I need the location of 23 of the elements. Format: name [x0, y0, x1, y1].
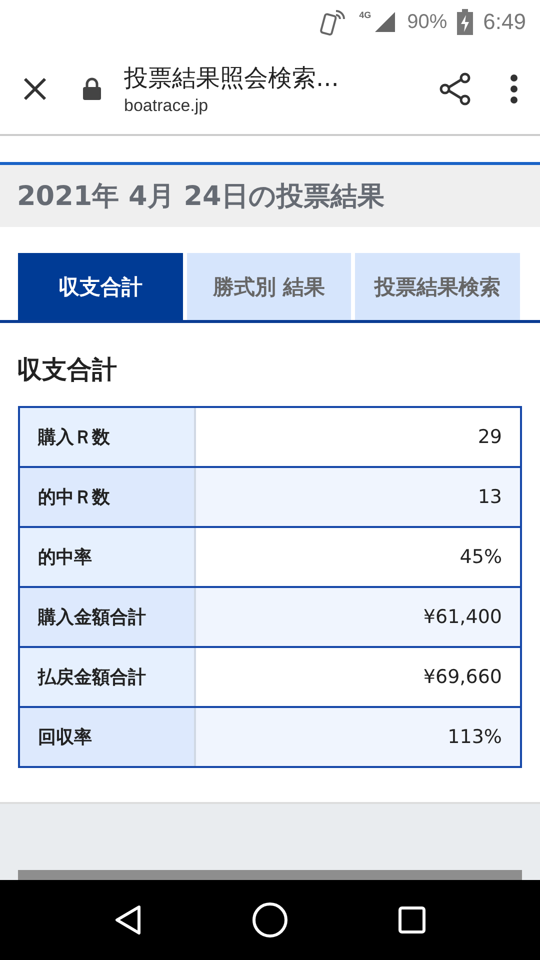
row-label: 的中Ｒ数: [20, 468, 196, 526]
row-value: 13: [196, 468, 520, 526]
lock-icon: [82, 77, 102, 101]
tab[interactable]: 投票結果検索: [355, 253, 520, 320]
battery-percent: 90%: [407, 10, 448, 34]
row-value: 113%: [196, 708, 520, 766]
row-value: ¥61,400: [196, 588, 520, 646]
tab[interactable]: 収支合計: [18, 253, 183, 320]
more-vertical-icon: [510, 74, 518, 104]
row-label: 払戻金額合計: [20, 648, 196, 706]
page-url: boatrace.jp: [124, 96, 210, 116]
row-label: 回収率: [20, 708, 196, 766]
page-title: 投票結果照会検索...: [124, 63, 340, 94]
row-label: 購入金額合計: [20, 588, 196, 646]
tab[interactable]: 勝式別 結果: [186, 253, 352, 320]
clock: 6:49: [483, 9, 526, 35]
page-heading: 2021年 4月 24日の投票結果: [0, 162, 540, 227]
section-title: 収支合計: [17, 354, 118, 386]
row-label: 的中率: [20, 528, 196, 586]
row-label: 購入Ｒ数: [20, 408, 196, 466]
network-type-label: 4G: [359, 10, 372, 20]
cell-signal-icon: [373, 10, 398, 34]
battery-charging-icon: [457, 9, 474, 35]
